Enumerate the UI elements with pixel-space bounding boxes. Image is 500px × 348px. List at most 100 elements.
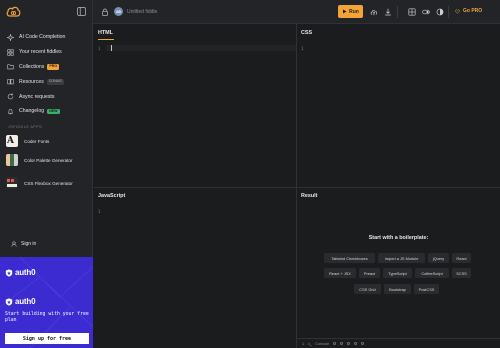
nav-item-resources[interactable]: Resources CONUS bbox=[0, 74, 93, 89]
auth0-wordmark: auth0 bbox=[15, 297, 36, 306]
boilerplate-chip[interactable]: SCSS bbox=[452, 268, 471, 278]
cloud-upload-icon[interactable] bbox=[370, 8, 378, 16]
css-pane-title[interactable]: CSS bbox=[301, 30, 312, 36]
dark-mode-icon[interactable] bbox=[436, 8, 444, 16]
console-filter-icon[interactable] bbox=[333, 342, 337, 345]
horizontal-splitter-right[interactable] bbox=[297, 187, 500, 188]
nav-label: Resources bbox=[19, 78, 44, 85]
boilerplate-chip[interactable]: Import a JS Module bbox=[378, 253, 425, 263]
app-label: CSS Flexbox Generator bbox=[24, 180, 73, 186]
boilerplate-chip[interactable]: TypeScript bbox=[383, 268, 412, 278]
nav-item-ai-code-completion[interactable]: AI Code Completion bbox=[0, 30, 93, 45]
boilerplate-chip[interactable]: jQuery bbox=[428, 253, 449, 263]
folder-icon bbox=[7, 64, 14, 70]
color-palette-thumbnail bbox=[6, 154, 18, 166]
sparkle-icon bbox=[7, 33, 14, 41]
javascript-pane[interactable]: JavaScript 1 bbox=[94, 188, 296, 348]
auth0-ad[interactable]: auth0 auth0 Start building with your fre… bbox=[0, 257, 93, 348]
layout-icon[interactable] bbox=[408, 8, 416, 16]
line-number: 1 bbox=[98, 46, 101, 51]
active-tab-indicator bbox=[98, 39, 114, 40]
nav-item-changelog[interactable]: Changelog NEW bbox=[0, 104, 93, 119]
auth0-wordmark: auth0 bbox=[15, 268, 36, 277]
ad-tagline: Start building with your free plan bbox=[5, 312, 89, 324]
auth0-shield-icon bbox=[5, 297, 13, 306]
download-icon[interactable] bbox=[384, 8, 392, 16]
avatar[interactable]: AB bbox=[114, 7, 123, 16]
console-label[interactable]: Console bbox=[315, 342, 329, 346]
coder-fonts-thumbnail: A bbox=[6, 135, 18, 147]
heart-icon bbox=[455, 9, 460, 14]
boilerplate-chip[interactable]: Bootstrap bbox=[384, 284, 411, 294]
console-error-icon[interactable] bbox=[347, 342, 351, 345]
jsfiddle-logo-icon[interactable] bbox=[6, 5, 21, 18]
sidebar-nav: AI Code Completion Your recent fiddles C… bbox=[0, 30, 93, 119]
app-label: Coder Fonts bbox=[24, 138, 50, 144]
nav-item-collections[interactable]: Collections PRO bbox=[0, 60, 93, 75]
refresh-icon bbox=[7, 93, 14, 100]
nav-label: Changelog bbox=[19, 108, 45, 115]
play-icon bbox=[343, 9, 347, 14]
result-pane-title[interactable]: Result bbox=[301, 193, 317, 199]
bell-icon bbox=[7, 109, 14, 115]
top-toolbar: AB Untitled fiddle Run Go PRO bbox=[93, 0, 500, 24]
grid-icon bbox=[7, 49, 14, 56]
auth0-shield-icon bbox=[5, 268, 13, 277]
console-bar[interactable]: 1 Console bbox=[297, 338, 500, 348]
flexbox-generator-thumbnail bbox=[6, 177, 18, 189]
terminal-icon bbox=[308, 342, 312, 346]
sign-up-button[interactable]: Sign up for free bbox=[5, 333, 89, 344]
app-item-color-palette-generator[interactable]: Color Palette Generator bbox=[6, 154, 73, 166]
pro-badge: PRO bbox=[47, 64, 60, 70]
console-warning-icon[interactable] bbox=[340, 342, 344, 345]
boilerplate-chip[interactable]: PostCSS bbox=[414, 284, 439, 294]
resources-badge: CONUS bbox=[46, 78, 64, 85]
toolbar-divider bbox=[448, 6, 449, 18]
lock-icon[interactable] bbox=[101, 8, 109, 16]
toggle-icon[interactable] bbox=[422, 8, 430, 16]
new-badge: NEW bbox=[47, 108, 60, 115]
nav-item-async-requests[interactable]: Async requests bbox=[0, 89, 93, 104]
active-line-highlight bbox=[106, 45, 296, 51]
horizontal-splitter-left[interactable] bbox=[94, 187, 296, 188]
boilerplate-title: Start with a boilerplate: bbox=[368, 235, 429, 241]
boilerplate-chip[interactable]: Tailwind Checkboxes bbox=[324, 253, 375, 263]
sidebar-collapse-icon[interactable] bbox=[77, 7, 86, 16]
go-pro-button[interactable]: Go PRO bbox=[455, 8, 482, 14]
javascript-pane-title[interactable]: JavaScript bbox=[98, 193, 125, 199]
auth0-logo: auth0 bbox=[5, 268, 36, 277]
result-pane[interactable]: Result bbox=[297, 188, 500, 338]
user-icon bbox=[11, 241, 17, 247]
css-pane[interactable]: CSS 1 bbox=[297, 25, 500, 187]
nav-label: Collections bbox=[19, 63, 45, 70]
nav-item-recent-fiddles[interactable]: Your recent fiddles bbox=[0, 45, 93, 60]
app-item-coder-fonts[interactable]: A Coder Fonts bbox=[6, 135, 49, 147]
html-pane[interactable]: HTML 1 bbox=[94, 25, 296, 187]
go-pro-label: Go PRO bbox=[463, 8, 483, 14]
app-item-css-flexbox-generator[interactable]: CSS Flexbox Generator bbox=[6, 177, 73, 189]
fiddle-title[interactable]: Untitled fiddle bbox=[127, 9, 157, 15]
apps-section-label: JSFIDDLE APPS bbox=[8, 125, 43, 129]
line-number: 1 bbox=[98, 209, 101, 214]
vertical-splitter[interactable] bbox=[296, 24, 297, 348]
run-button[interactable]: Run bbox=[338, 5, 363, 18]
boilerplate-chip[interactable]: React bbox=[452, 253, 471, 263]
nav-label: Your recent fiddles bbox=[19, 49, 62, 56]
boilerplate-chip[interactable]: CoffeeScript bbox=[415, 268, 449, 278]
boilerplate-chip[interactable]: CSS Grid bbox=[354, 284, 381, 294]
sign-in-button[interactable]: Sign in bbox=[11, 241, 36, 247]
boilerplate-chip[interactable]: Preact bbox=[359, 268, 380, 278]
console-expand-icon[interactable] bbox=[361, 342, 365, 345]
nav-label: Async requests bbox=[19, 93, 55, 100]
app-label: Color Palette Generator bbox=[24, 157, 73, 163]
line-number: 1 bbox=[301, 46, 304, 51]
console-clear-icon[interactable] bbox=[354, 342, 358, 345]
console-line-number: 1 bbox=[302, 341, 305, 346]
run-label: Run bbox=[349, 8, 359, 15]
sidebar: AI Code Completion Your recent fiddles C… bbox=[0, 0, 93, 348]
auth0-logo-secondary: auth0 bbox=[5, 297, 36, 306]
book-icon bbox=[7, 79, 14, 85]
boilerplate-chip[interactable]: React + JSX bbox=[324, 268, 356, 278]
sidebar-header bbox=[0, 0, 93, 24]
html-pane-title[interactable]: HTML bbox=[98, 30, 113, 36]
